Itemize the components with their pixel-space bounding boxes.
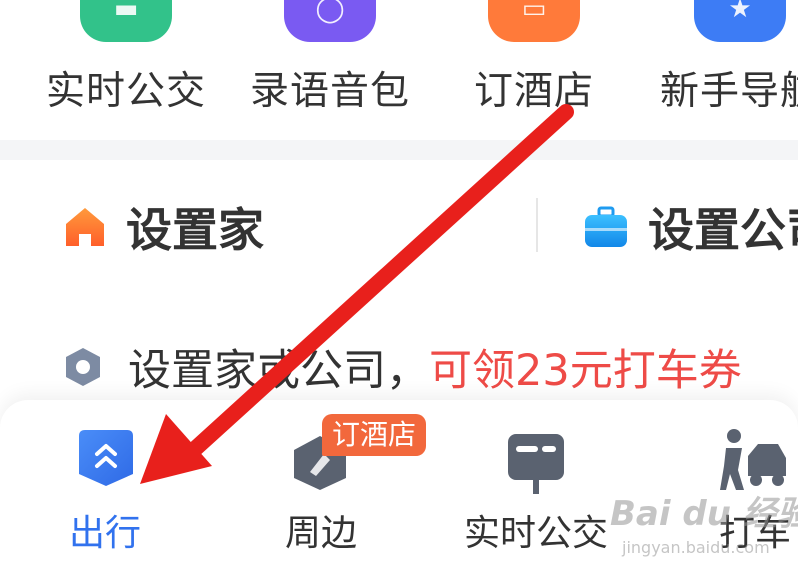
promo-banner[interactable]: 设置家或公司， 可领23元打车券 <box>62 335 742 399</box>
travel-icon <box>79 430 133 486</box>
watermark: Bai du 经验 <box>610 494 798 534</box>
promo-highlight: 可领23元打车券 <box>429 346 742 396</box>
promo-text: 设置家或公司， <box>128 346 429 396</box>
tab-label: 出行 <box>68 513 141 554</box>
quick-item-label: 新手导航 <box>660 69 798 114</box>
section-divider <box>0 140 798 160</box>
quick-access-grid: ▬ 实时公交 ◯ 录语音包 ▭ 订酒店 ★ 新手导航 <box>0 0 798 140</box>
quick-item-realtime-bus[interactable]: ▬ 实时公交 <box>46 0 206 140</box>
home-icon <box>66 208 104 246</box>
tab-label: 周边 <box>284 513 357 554</box>
set-home-label: 设置家 <box>126 203 264 257</box>
set-company-button[interactable]: 设置公司 <box>582 192 798 262</box>
hotel-icon: ▭ <box>488 0 580 42</box>
quick-item-voice-pack[interactable]: ◯ 录语音包 <box>250 0 410 140</box>
tab-realtime-bus[interactable]: 实时公交 <box>456 400 616 572</box>
quick-item-nav-guide[interactable]: ★ 新手导航 <box>660 0 798 140</box>
tab-travel[interactable]: 出行 <box>30 400 180 572</box>
navigation-guide-icon: ★ <box>694 0 786 42</box>
shortcut-separator <box>536 198 538 252</box>
tab-label: 实时公交 <box>463 513 608 554</box>
quick-item-label: 录语音包 <box>250 69 411 114</box>
hotel-badge: 订酒店 <box>322 414 427 456</box>
voice-pack-icon: ◯ <box>284 0 376 42</box>
quick-item-label: 实时公交 <box>46 69 207 114</box>
set-company-label: 设置公司 <box>648 203 798 257</box>
set-home-button[interactable]: 设置家 <box>62 192 264 262</box>
hexagon-icon <box>66 348 100 386</box>
briefcase-icon <box>585 206 627 247</box>
bus-icon: ▬ <box>80 0 172 42</box>
quick-item-hotel[interactable]: ▭ 订酒店 <box>454 0 614 140</box>
taxi-icon <box>720 429 786 490</box>
bus-stop-icon <box>508 434 564 494</box>
watermark-url: jingyan.baidu.com <box>622 538 770 557</box>
quick-item-label: 订酒店 <box>473 69 594 114</box>
